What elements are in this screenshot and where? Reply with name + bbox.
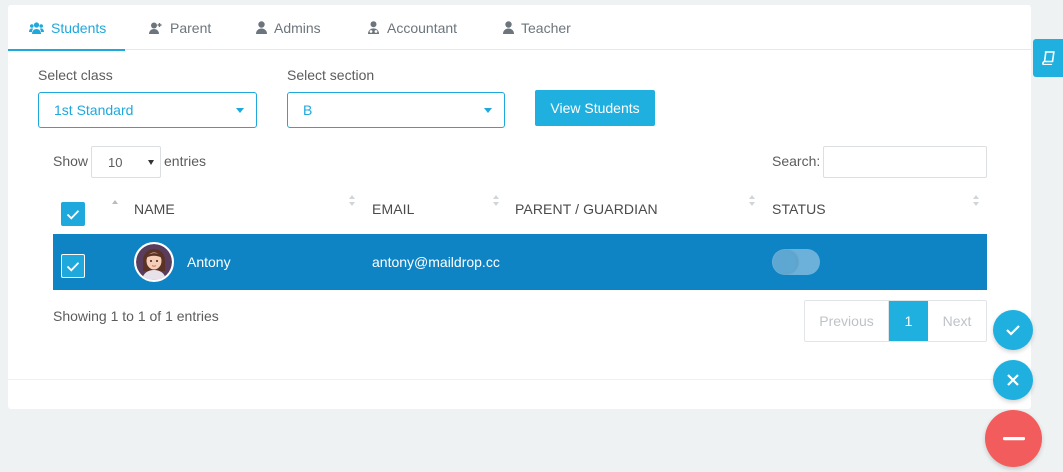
check-icon xyxy=(1006,325,1020,336)
sort-icon[interactable] xyxy=(748,195,756,209)
select-all-checkbox[interactable] xyxy=(61,202,85,226)
search-label: Search: xyxy=(772,153,821,169)
column-header-status[interactable]: STATUS xyxy=(772,201,826,217)
tab-label: Teacher xyxy=(521,19,571,36)
sort-asc-icon[interactable] xyxy=(111,200,119,214)
view-students-button[interactable]: View Students xyxy=(535,90,655,126)
select-class-label: Select class xyxy=(38,67,113,83)
tab-admins[interactable]: Admins xyxy=(256,5,321,50)
sort-icon[interactable] xyxy=(348,195,356,209)
sort-icon[interactable] xyxy=(492,195,500,209)
tab-accountant[interactable]: Accountant xyxy=(367,5,457,50)
column-header-email[interactable]: EMAIL xyxy=(372,201,415,217)
show-label: Show xyxy=(53,153,89,169)
tab-label: Admins xyxy=(274,19,321,36)
user-icon xyxy=(503,21,514,34)
student-email: antony@maildrop.cc xyxy=(372,254,500,270)
column-header-name[interactable]: NAME xyxy=(134,201,175,217)
cancel-fab-button[interactable] xyxy=(993,360,1033,400)
search-input[interactable] xyxy=(823,146,987,178)
side-panel-toggle[interactable] xyxy=(1033,39,1063,77)
entries-label: entries xyxy=(164,153,207,169)
section-select[interactable]: B xyxy=(287,92,505,128)
close-icon xyxy=(1007,374,1019,386)
user-icon xyxy=(256,21,267,34)
minus-icon xyxy=(1002,436,1025,440)
collapse-fab-button[interactable] xyxy=(985,410,1042,467)
tab-label: Parent xyxy=(170,19,212,36)
next-page-button[interactable]: Next xyxy=(928,301,986,341)
student-name: Antony xyxy=(187,254,231,270)
table-info: Showing 1 to 1 of 1 entries xyxy=(53,308,219,324)
column-header-parent[interactable]: PARENT / GUARDIAN xyxy=(515,201,658,217)
class-select[interactable]: 1st Standard xyxy=(38,92,257,128)
select-section-label: Select section xyxy=(287,67,375,83)
book-icon xyxy=(1042,51,1055,65)
class-select-value: 1st Standard xyxy=(54,102,134,118)
avatar xyxy=(134,242,174,282)
confirm-fab-button[interactable] xyxy=(993,310,1033,350)
sort-icon[interactable] xyxy=(972,195,980,209)
tab-parent[interactable]: Parent xyxy=(149,5,211,50)
users-icon xyxy=(29,21,44,34)
entries-length-select[interactable]: 10 xyxy=(91,146,161,178)
check-icon xyxy=(66,261,80,272)
check-icon xyxy=(66,209,80,220)
card-divider xyxy=(8,379,1031,380)
tab-students[interactable]: Students xyxy=(8,5,125,51)
user-type-tabs: Students Parent Admins Accountant Teache… xyxy=(8,5,1031,51)
tab-label: Accountant xyxy=(387,19,458,36)
toggle-knob xyxy=(773,250,797,274)
entries-length-value: 10 xyxy=(108,154,123,170)
page-1-button[interactable]: 1 xyxy=(889,301,928,341)
previous-page-button[interactable]: Previous xyxy=(805,301,889,341)
table-row[interactable]: Antony antony@maildrop.cc xyxy=(53,234,987,290)
chevron-down-icon xyxy=(484,108,492,113)
chevron-down-icon xyxy=(148,160,154,165)
tab-label: Students xyxy=(51,19,107,36)
status-toggle[interactable] xyxy=(772,249,820,275)
user-tie-icon xyxy=(367,21,380,34)
chevron-down-icon xyxy=(236,108,244,113)
pagination: Previous 1 Next xyxy=(804,300,987,342)
user-plus-icon xyxy=(149,22,163,34)
tab-teacher[interactable]: Teacher xyxy=(503,5,571,50)
section-select-value: B xyxy=(303,102,313,118)
students-card: Students Parent Admins Accountant Teache… xyxy=(8,5,1031,409)
row-checkbox[interactable] xyxy=(61,254,85,278)
